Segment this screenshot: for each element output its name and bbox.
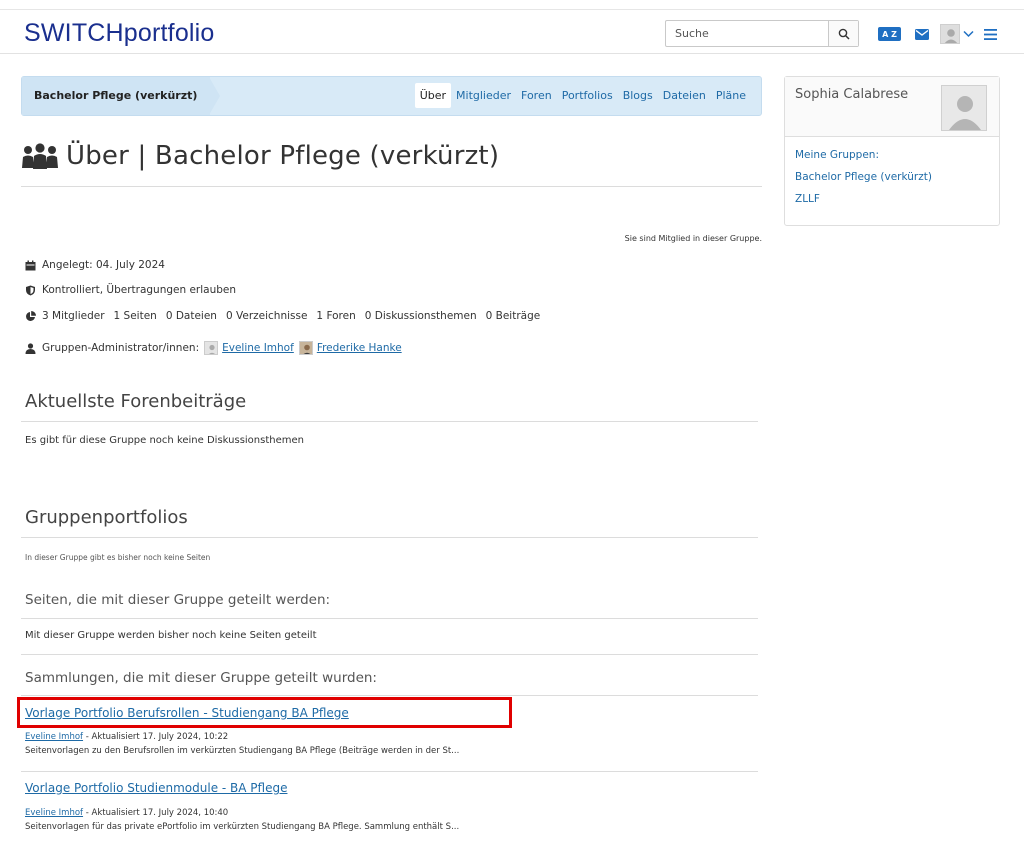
- user-silhouette-icon: [209, 344, 216, 354]
- portfolios-heading: Gruppenportfolios: [25, 507, 188, 528]
- breadcrumb-group-name[interactable]: Bachelor Pflege (verkürzt): [34, 89, 197, 102]
- tab-about[interactable]: Über: [414, 83, 452, 108]
- portfolios-empty-text: In dieser Gruppe gibt es bisher noch kei…: [25, 553, 211, 562]
- shared-pages-heading: Seiten, die mit dieser Gruppe geteilt we…: [25, 592, 331, 608]
- sidebar-group-link[interactable]: ZLLF: [795, 193, 989, 205]
- admin-avatar: [204, 341, 219, 355]
- collection-link[interactable]: Vorlage Portfolio Studienmodule - BA Pfl…: [25, 781, 287, 795]
- sidebar-links: Meine Gruppen: Bachelor Pflege (verkürzt…: [785, 137, 999, 227]
- group-icon: [22, 143, 58, 169]
- stat-posts: 0 Beiträge: [485, 310, 541, 322]
- info-admins: Gruppen-Administrator/innen: Eveline Imh…: [25, 341, 402, 355]
- shared-pages-bottom-divider: [21, 654, 758, 655]
- page-title: Über | Bachelor Pflege (verkürzt): [66, 141, 500, 171]
- collection-link[interactable]: Vorlage Portfolio Berufsrollen - Studien…: [25, 706, 349, 720]
- sidebar-my-groups[interactable]: Meine Gruppen:: [795, 149, 989, 161]
- stat-members: 3 Mitglieder: [42, 310, 105, 322]
- search-input[interactable]: [666, 21, 828, 46]
- admins-label: Gruppen-Administrator/innen:: [42, 342, 200, 354]
- profile-photo-icon: [299, 342, 312, 354]
- collections-heading: Sammlungen, die mit dieser Gruppe geteil…: [25, 670, 377, 686]
- calendar-icon: [25, 260, 36, 270]
- language-icon[interactable]: A Z: [878, 27, 901, 41]
- tab-blogs[interactable]: Blogs: [618, 83, 658, 108]
- stat-pages: 1 Seiten: [113, 310, 157, 322]
- created-date: Angelegt: 04. July 2024: [42, 259, 165, 271]
- stat-topics: 0 Diskussionsthemen: [364, 310, 477, 322]
- site-logo[interactable]: SWITCHportfolio: [24, 19, 215, 48]
- search-box: [665, 20, 859, 47]
- group-type: Kontrolliert, Übertragungen erlauben: [42, 284, 237, 296]
- collection-meta: Eveline Imhof - Aktualisiert 17. July 20…: [25, 808, 228, 818]
- chevron-down-icon[interactable]: [963, 30, 974, 38]
- collection-description: Seitenvorlagen für das private ePortfoli…: [25, 822, 460, 832]
- collection-meta: Eveline Imhof - Aktualisiert 17. July 20…: [25, 732, 228, 742]
- user-sidebar: Sophia Calabrese Meine Gruppen: Bachelor…: [784, 76, 1000, 226]
- tab-members[interactable]: Mitglieder: [451, 83, 516, 108]
- membership-note: Sie sind Mitglied in dieser Gruppe.: [624, 234, 762, 243]
- user-icon: [25, 342, 36, 354]
- collection-divider: [21, 771, 758, 772]
- user-silhouette-icon: [944, 29, 958, 43]
- tab-portfolios[interactable]: Portfolios: [557, 83, 618, 108]
- info-type: Kontrolliert, Übertragungen erlauben: [25, 284, 236, 296]
- shared-pages-divider: [21, 618, 758, 619]
- group-navbar: Bachelor Pflege (verkürzt) Über Mitglied…: [21, 76, 762, 116]
- collection-author-link[interactable]: Eveline Imhof: [25, 732, 83, 742]
- info-stats: 3 Mitglieder 1 Seiten 0 Dateien 0 Verzei…: [25, 310, 549, 322]
- portfolios-divider: [21, 537, 758, 538]
- breadcrumb-arrow: [209, 77, 220, 115]
- admin-avatar: [298, 341, 313, 355]
- title-divider: [21, 186, 762, 187]
- sidebar-group-link[interactable]: Bachelor Pflege (verkürzt): [795, 171, 989, 183]
- search-icon: [838, 28, 850, 40]
- collections-divider: [21, 695, 758, 696]
- pie-chart-icon: [26, 310, 36, 321]
- collection-description: Seitenvorlagen zu den Berufsrollen im ve…: [25, 746, 460, 756]
- page-title-block: Über | Bachelor Pflege (verkürzt): [20, 141, 499, 171]
- user-silhouette-icon: [949, 96, 981, 130]
- menu-icon[interactable]: [984, 28, 997, 40]
- collection-updated: - Aktualisiert 17. July 2024, 10:22: [83, 732, 229, 742]
- group-tabs: Über Mitglieder Foren Portfolios Blogs D…: [414, 83, 751, 108]
- tab-forums[interactable]: Foren: [516, 83, 557, 108]
- user-avatar[interactable]: [940, 24, 960, 44]
- forum-heading: Aktuellste Forenbeiträge: [25, 391, 247, 412]
- sidebar-avatar[interactable]: [941, 85, 987, 131]
- collection-author-link[interactable]: Eveline Imhof: [25, 808, 83, 818]
- sidebar-header: Sophia Calabrese: [785, 77, 999, 137]
- info-created: Angelegt: 04. July 2024: [25, 259, 165, 271]
- tab-files[interactable]: Dateien: [658, 83, 711, 108]
- site-header: SWITCHportfolio A Z: [0, 10, 1024, 54]
- admin-link[interactable]: Frederike Hanke: [317, 342, 402, 354]
- search-button[interactable]: [828, 21, 858, 46]
- admin-link[interactable]: Eveline Imhof: [222, 342, 294, 354]
- tab-plans[interactable]: Pläne: [711, 83, 751, 108]
- sidebar-user-name[interactable]: Sophia Calabrese: [795, 87, 908, 102]
- header-icons: A Z: [878, 24, 997, 44]
- collection-updated: - Aktualisiert 17. July 2024, 10:40: [83, 808, 229, 818]
- forum-empty-text: Es gibt für diese Gruppe noch keine Disk…: [25, 435, 304, 446]
- stat-folders: 0 Verzeichnisse: [225, 310, 308, 322]
- breadcrumb: Bachelor Pflege (verkürzt): [22, 77, 210, 115]
- stat-files: 0 Dateien: [165, 310, 217, 322]
- shield-icon: [26, 285, 35, 295]
- forum-divider: [21, 421, 758, 422]
- stat-forums: 1 Foren: [316, 310, 356, 322]
- mail-icon[interactable]: [915, 28, 929, 40]
- shared-pages-empty-text: Mit dieser Gruppe werden bisher noch kei…: [25, 630, 317, 641]
